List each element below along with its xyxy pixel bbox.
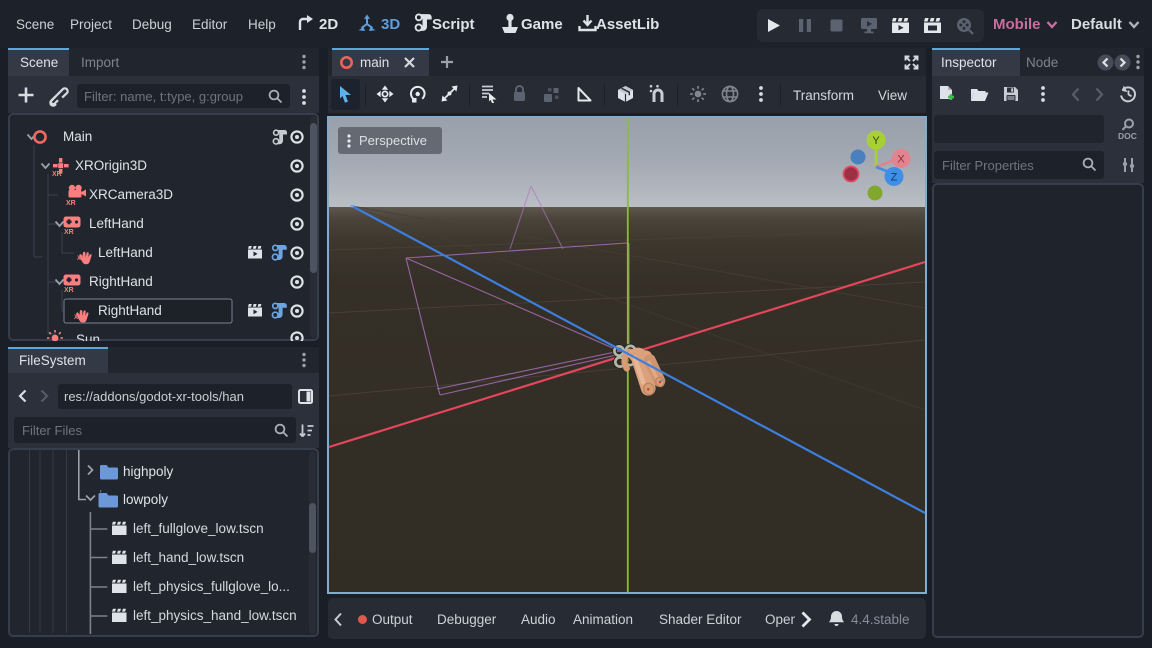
svg-text:XR: XR	[64, 229, 74, 236]
svg-text:XR?: XR?	[77, 256, 89, 262]
svg-text:Y: Y	[872, 135, 880, 147]
svg-text:DOC: DOC	[1118, 131, 1137, 141]
svg-text:XR: XR	[52, 171, 62, 178]
svg-text:XR?: XR?	[74, 315, 86, 321]
svg-text:XR: XR	[64, 287, 74, 294]
svg-text:XR: XR	[66, 200, 76, 207]
svg-text:X: X	[897, 154, 905, 166]
svg-text:Z: Z	[891, 172, 898, 184]
